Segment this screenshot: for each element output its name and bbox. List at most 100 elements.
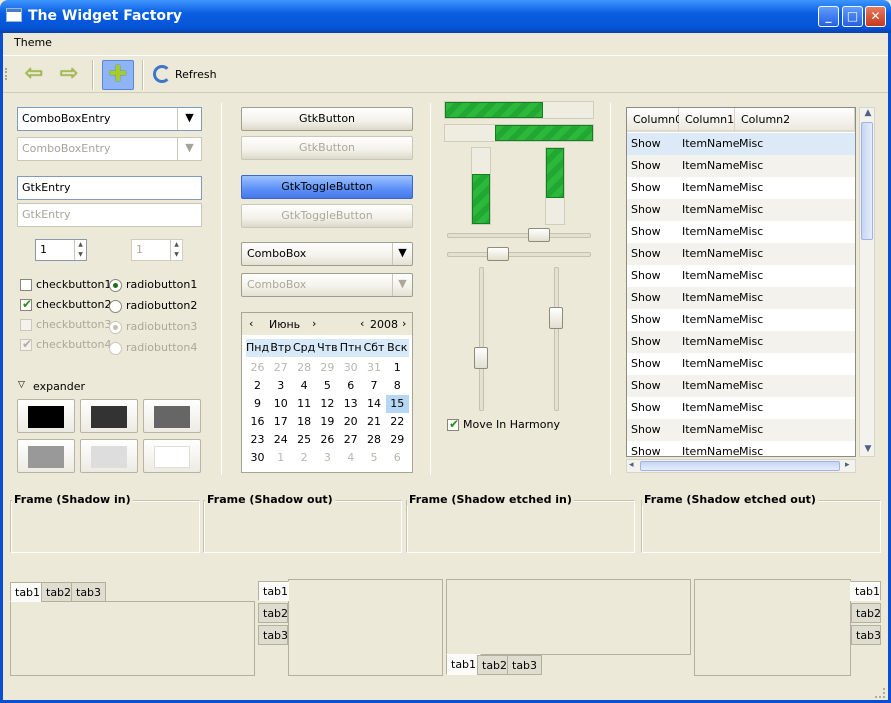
combobox-entry[interactable]: ComboBoxEntry ▼	[17, 107, 202, 131]
chevron-down-icon[interactable]: ▼	[177, 108, 201, 130]
tree-header-column0[interactable]: Column0	[627, 108, 682, 132]
calendar-day[interactable]: 29	[386, 431, 409, 449]
expander-triangle-icon[interactable]: ▽	[18, 380, 25, 390]
calendar-day[interactable]: 9	[246, 395, 269, 413]
calendar-day[interactable]: 16	[246, 413, 269, 431]
resize-grip-icon[interactable]	[875, 688, 885, 698]
prev-year-icon[interactable]: ‹	[360, 317, 364, 330]
calendar-day[interactable]: 28	[363, 431, 386, 449]
app-icon[interactable]	[6, 8, 22, 22]
color-button-black[interactable]	[17, 399, 75, 433]
combobox[interactable]: ComboBox ▼	[241, 242, 413, 266]
calendar-day[interactable]: 25	[293, 431, 316, 449]
table-row[interactable]: Show ItemName Misc	[627, 265, 855, 287]
table-row[interactable]: Show ItemName Misc	[627, 243, 855, 265]
calendar[interactable]: ‹ Июнь › ‹ 2008 › Пнд Втр Срд Чтв Птн Сбт Вск …	[241, 312, 413, 473]
tree-header-column2[interactable]: Column2	[735, 108, 855, 132]
calendar-day[interactable]: 3	[316, 449, 339, 467]
calendar-day[interactable]: 4	[293, 377, 316, 395]
gtk-entry[interactable]: GtkEntry	[17, 176, 202, 200]
hscale-2-trough[interactable]	[447, 252, 591, 257]
menu-theme[interactable]: Theme	[14, 36, 52, 49]
radiobutton1-circle[interactable]	[109, 279, 122, 292]
radiobutton2-label[interactable]: radiobutton2	[126, 299, 197, 312]
horizontal-scroll-thumb[interactable]	[640, 461, 840, 471]
calendar-day[interactable]: 3	[269, 377, 292, 395]
tree-horizontal-scrollbar[interactable]: ◂ ▸	[626, 459, 856, 473]
scroll-left-icon[interactable]: ◂	[629, 460, 634, 470]
calendar-day[interactable]: 6	[386, 449, 409, 467]
prev-month-icon[interactable]: ‹	[249, 317, 253, 330]
table-row[interactable]: Show ItemName Misc	[627, 309, 855, 331]
radiobutton2-circle[interactable]	[109, 300, 122, 313]
table-row[interactable]: Show ItemName Misc	[627, 331, 855, 353]
maximize-icon[interactable]: □	[842, 6, 863, 27]
notebook-left-tab3[interactable]: tab3	[258, 625, 288, 645]
vscale-2-handle[interactable]	[549, 307, 563, 329]
scroll-up-icon[interactable]: ▲	[861, 108, 875, 118]
calendar-day[interactable]: 19	[316, 413, 339, 431]
add-button-icon[interactable]: ✚	[102, 60, 134, 90]
notebook-top-tab3[interactable]: tab3	[71, 582, 107, 602]
calendar-day[interactable]: 26	[316, 431, 339, 449]
calendar-day[interactable]: 18	[293, 413, 316, 431]
calendar-day[interactable]: 5	[363, 449, 386, 467]
calendar-day[interactable]: 1	[269, 449, 292, 467]
color-button-dark-gray[interactable]	[80, 399, 138, 433]
table-row[interactable]: Show ItemName Misc	[627, 133, 855, 155]
table-row[interactable]: Show ItemName Misc	[627, 287, 855, 309]
hscale-1-trough[interactable]	[447, 233, 591, 238]
gtk-button[interactable]: GtkButton	[241, 107, 413, 131]
table-row[interactable]: Show ItemName Misc	[627, 177, 855, 199]
calendar-day[interactable]: 21	[363, 413, 386, 431]
calendar-day[interactable]: 27	[269, 359, 292, 377]
forward-arrow-icon[interactable]: ⇨	[53, 60, 85, 90]
checkbutton1-box[interactable]	[20, 279, 32, 291]
scroll-down-icon[interactable]: ▼	[861, 444, 875, 454]
gtk-toggle-button[interactable]: GtkToggleButton	[241, 175, 413, 199]
table-row[interactable]: Show ItemName Misc	[627, 397, 855, 419]
vscale-1-handle[interactable]	[474, 347, 488, 369]
calendar-day[interactable]: 30	[246, 449, 269, 467]
table-row[interactable]: Show ItemName Misc	[627, 375, 855, 397]
calendar-day[interactable]: 24	[269, 431, 292, 449]
calendar-day[interactable]: 8	[386, 377, 409, 395]
calendar-day[interactable]: 2	[293, 449, 316, 467]
calendar-day[interactable]: 20	[339, 413, 362, 431]
back-arrow-icon[interactable]: ⇦	[18, 60, 50, 90]
harmony-checkbox[interactable]	[447, 417, 459, 431]
minimize-icon[interactable]: _	[818, 6, 839, 27]
calendar-day[interactable]: 30	[339, 359, 362, 377]
spin-button[interactable]: 1 ▲ ▼	[35, 239, 87, 261]
notebook-left-tab2[interactable]: tab2	[258, 603, 288, 623]
calendar-day[interactable]: 15	[385, 395, 409, 413]
calendar-day[interactable]: 10	[269, 395, 292, 413]
calendar-day[interactable]: 27	[339, 431, 362, 449]
notebook-left-tab1[interactable]: tab1	[258, 581, 289, 601]
notebook-bottom-tab3[interactable]: tab3	[507, 655, 543, 675]
expander-label[interactable]: expander	[33, 380, 85, 393]
calendar-day[interactable]: 31	[363, 359, 386, 377]
toolbar-grip-icon[interactable]	[5, 68, 9, 80]
calendar-day[interactable]: 2	[246, 377, 269, 395]
calendar-day[interactable]: 14	[363, 395, 386, 413]
table-row[interactable]: Show ItemName Misc	[627, 353, 855, 375]
calendar-day[interactable]: 11	[293, 395, 316, 413]
notebook-right-tab2[interactable]: tab2	[851, 603, 881, 623]
hscale-2-handle[interactable]	[487, 247, 509, 261]
calendar-day[interactable]: 28	[293, 359, 316, 377]
table-row[interactable]: Show ItemName Misc	[627, 221, 855, 243]
scroll-right-icon[interactable]: ▸	[845, 460, 850, 470]
spin-arrows-icon[interactable]: ▲ ▼	[74, 240, 86, 260]
calendar-day[interactable]: 4	[339, 449, 362, 467]
calendar-day[interactable]: 12	[316, 395, 339, 413]
hscale-1-handle[interactable]	[528, 228, 550, 242]
table-row[interactable]: Show ItemName Misc	[627, 419, 855, 441]
calendar-day[interactable]: 17	[269, 413, 292, 431]
color-button-gray[interactable]	[143, 399, 201, 433]
next-month-icon[interactable]: ›	[312, 317, 316, 330]
tree-view[interactable]: Column0 Column1 Column2 Show ItemName Misc…	[626, 107, 856, 457]
vscale-1-trough[interactable]	[479, 267, 484, 411]
vscale-2-trough[interactable]	[554, 267, 559, 411]
close-icon[interactable]: ✕	[865, 6, 886, 27]
